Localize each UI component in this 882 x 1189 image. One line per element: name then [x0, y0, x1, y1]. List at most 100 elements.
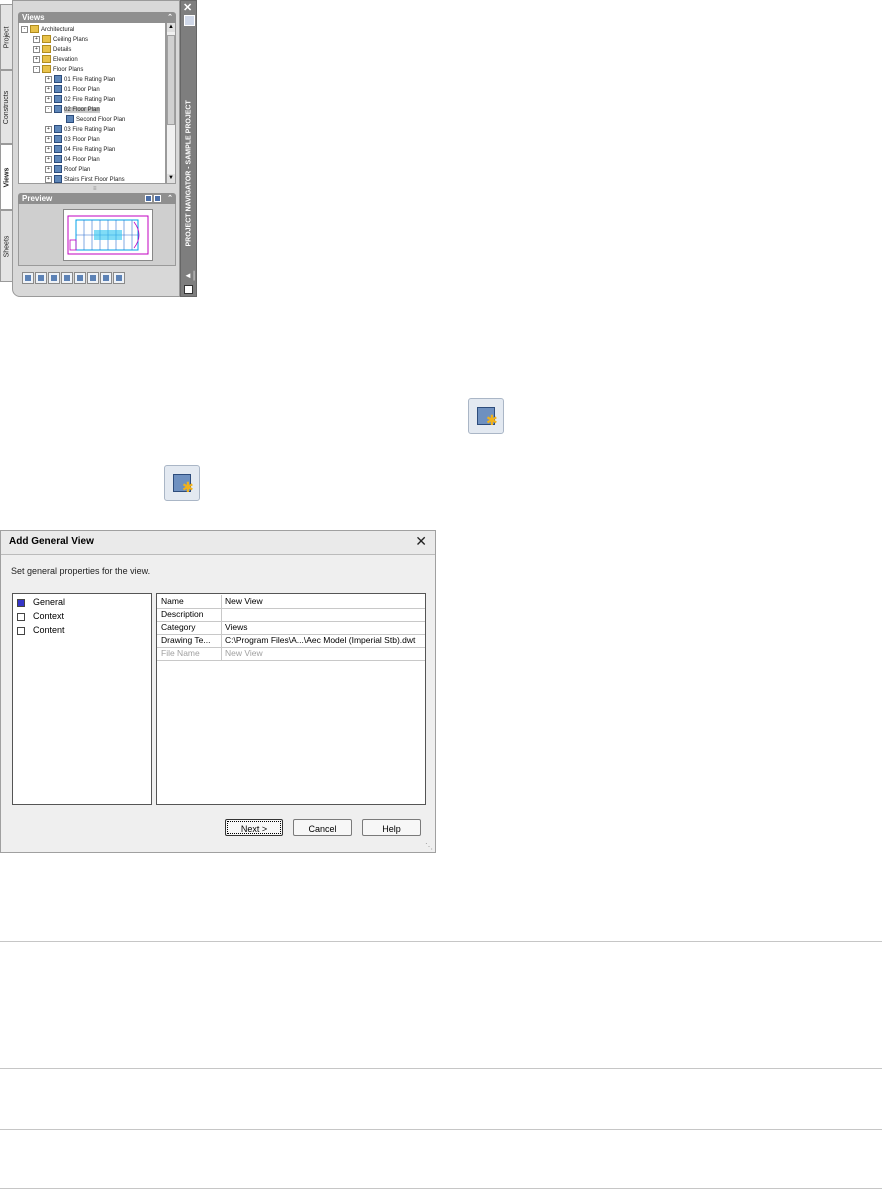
property-row: File Name New View [157, 647, 425, 661]
expand-icon[interactable]: + [45, 135, 52, 143]
category-general[interactable]: General [17, 596, 65, 608]
close-icon[interactable]: ✕ [415, 533, 427, 550]
scroll-up-icon[interactable]: ▲ [167, 23, 175, 32]
scroll-thumb[interactable] [167, 35, 175, 125]
collapse-icon[interactable]: - [33, 65, 40, 73]
tree-item[interactable]: +03 Fire Rating Plan [45, 125, 115, 135]
property-row[interactable]: Category Views [157, 621, 425, 635]
new-star-shape: ✱ [486, 412, 498, 428]
category-content[interactable]: Content [17, 624, 65, 636]
scroll-down-icon[interactable]: ▼ [167, 174, 175, 183]
category-context[interactable]: Context [17, 610, 64, 622]
property-row[interactable]: Description [157, 608, 425, 622]
expand-icon[interactable]: + [33, 35, 40, 43]
property-name: Description [161, 609, 204, 619]
palette-menu-icon[interactable] [184, 285, 193, 294]
view-icon [54, 155, 62, 164]
expand-icon[interactable]: + [45, 75, 52, 83]
property-row[interactable]: Drawing Te... C:\Program Files\A...\Aec M… [157, 634, 425, 648]
property-row[interactable]: Name New View [157, 595, 425, 609]
tree-item[interactable]: +04 Fire Rating Plan [45, 145, 115, 155]
repath-icon[interactable] [74, 272, 86, 284]
tree-item-label: Roof Plan [64, 167, 91, 173]
floor-plan-thumbnail [63, 209, 153, 261]
tree-item[interactable]: - Floor Plans [33, 65, 83, 75]
expand-icon[interactable]: + [45, 125, 52, 133]
expand-icon[interactable]: + [45, 85, 52, 93]
schedule-icon[interactable] [87, 272, 99, 284]
category-checkbox[interactable] [17, 612, 25, 621]
views-pane-title: Views [22, 13, 45, 22]
close-icon[interactable]: ✕ [183, 1, 192, 14]
folder-icon [42, 55, 51, 64]
column-separator [221, 608, 222, 621]
tree-item[interactable]: + Details [33, 45, 71, 55]
expand-icon[interactable]: + [33, 45, 40, 53]
tree-item[interactable]: + Stairs First Floor Plans [45, 175, 125, 183]
folder-icon [42, 35, 51, 44]
add-sheet-icon[interactable] [100, 272, 112, 284]
tree-item[interactable]: +02 Fire Rating Plan [45, 95, 115, 105]
view-icon [66, 115, 74, 124]
tree-item[interactable]: +04 Floor Plan [45, 155, 100, 165]
collapse-icon[interactable]: - [21, 25, 28, 33]
add-view-icon[interactable] [22, 272, 34, 284]
tree-item-label: 04 Fire Rating Plan [64, 147, 116, 153]
property-grid: Name New View Description Category Views Draw… [156, 593, 426, 805]
auto-hide-icon[interactable]: ◄│ [184, 271, 197, 280]
tree-item[interactable]: + Elevation [33, 55, 78, 65]
tree-scrollbar[interactable]: ▲ ▼ [166, 23, 176, 184]
tree-item[interactable]: + Ceiling Plans [33, 35, 88, 45]
regenerate-icon[interactable] [61, 272, 73, 284]
collapse-icon[interactable]: ⌃ [167, 12, 173, 23]
tree-item-label: Stairs First Floor Plans [64, 177, 125, 183]
tree-item[interactable]: +01 Floor Plan [45, 85, 100, 95]
add-detail-view-icon[interactable] [35, 272, 47, 284]
tree-item-label: Details [53, 47, 72, 53]
expand-icon[interactable]: + [45, 95, 52, 103]
property-name: File Name [161, 648, 200, 658]
navigator-toolbar [22, 272, 125, 286]
collapse-preview-icon[interactable]: ⌃ [167, 193, 173, 204]
tree-item[interactable]: - 02 Floor Plan [45, 105, 100, 115]
help-button[interactable]: Help [362, 819, 421, 836]
property-name: Name [161, 596, 184, 606]
preview-pane-title: Preview [22, 194, 53, 203]
tree-item-label: 03 Fire Rating Plan [64, 127, 116, 133]
add-section-view-icon[interactable] [48, 272, 60, 284]
preview-mode-icon[interactable] [145, 195, 152, 202]
tree-item[interactable]: Second Floor Plan [57, 115, 125, 125]
category-label: Context [33, 611, 65, 621]
expand-icon[interactable]: + [45, 165, 52, 173]
resize-grip-icon[interactable]: ⋱ [425, 842, 433, 851]
pane-splitter-icon[interactable]: ≡ [93, 186, 97, 192]
expand-icon[interactable]: + [45, 175, 52, 183]
new-star-shape: ✱ [182, 479, 194, 495]
navigator-title: PROJECT NAVIGATOR - SAMPLE PROJECT [185, 100, 193, 247]
expand-icon[interactable]: + [45, 155, 52, 163]
expand-icon[interactable]: + [45, 145, 52, 153]
category-checkbox[interactable] [17, 626, 25, 635]
tree-item[interactable]: - Architectural [21, 25, 74, 35]
detail-mode-icon[interactable] [154, 195, 161, 202]
cancel-button[interactable]: Cancel [293, 819, 352, 836]
dialog-titlebar[interactable]: Add General View ✕ [1, 531, 435, 555]
expand-icon[interactable]: + [33, 55, 40, 63]
tree-item[interactable]: +03 Floor Plan [45, 135, 100, 145]
tree-item[interactable]: + Roof Plan [45, 165, 90, 175]
property-value[interactable]: C:\Program Files\A...\Aec Model (Imperia… [225, 634, 423, 647]
properties-icon[interactable] [184, 15, 195, 26]
property-value[interactable]: Views [225, 621, 423, 634]
property-value[interactable]: New View [225, 595, 423, 608]
divider [0, 1129, 882, 1130]
publish-icon[interactable] [113, 272, 125, 284]
tree-item[interactable]: +01 Fire Rating Plan [45, 75, 115, 85]
navigator-titlebar[interactable]: ✕ PROJECT NAVIGATOR - SAMPLE PROJECT ◄│ [180, 0, 197, 297]
add-view-icon: ✱ [468, 398, 504, 434]
next-button[interactable]: Next > [225, 819, 283, 836]
property-name: Drawing Te... [161, 635, 211, 645]
category-checkbox[interactable] [17, 598, 25, 607]
project-navigator-palette: Project Constructs Views Sheets Views ⌃ … [0, 0, 198, 298]
tree-item-label: 02 Floor Plan [64, 107, 100, 113]
collapse-icon[interactable]: - [45, 105, 52, 113]
